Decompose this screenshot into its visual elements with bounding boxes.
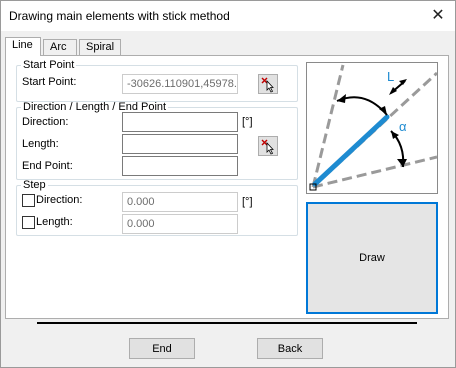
- dialog-window: Drawing main elements with stick method …: [0, 0, 456, 368]
- step-direction-field[interactable]: 0.000: [122, 192, 238, 212]
- close-icon: ✕: [431, 7, 445, 24]
- step-group-label: Step: [23, 179, 46, 191]
- direction-unit: [°]: [242, 116, 253, 128]
- tab-spiral[interactable]: Spiral: [79, 39, 121, 55]
- start-point-field[interactable]: -30626.110901,45978.8: [122, 74, 238, 94]
- divider: [37, 322, 417, 324]
- pick-point-icon: [261, 77, 274, 93]
- step-length-field[interactable]: 0.000: [122, 214, 238, 234]
- step-direction-checkbox[interactable]: [22, 194, 35, 207]
- draw-button[interactable]: Draw: [306, 202, 438, 314]
- end-point-label: End Point:: [22, 160, 73, 172]
- pick-start-point-button[interactable]: [258, 74, 278, 94]
- close-button[interactable]: ✕: [429, 7, 447, 25]
- tab-line[interactable]: Line: [5, 37, 41, 56]
- start-point-label: Start Point:: [22, 76, 77, 88]
- pick-point-icon: [261, 139, 274, 155]
- direction-label: Direction:: [22, 116, 69, 128]
- angle-symbol: α: [399, 119, 407, 134]
- direction-field[interactable]: [122, 112, 238, 132]
- step-length-label: Length:: [36, 216, 73, 228]
- end-point-field[interactable]: [122, 156, 238, 176]
- direction-length-group-label: Direction / Length / End Point: [23, 101, 167, 113]
- step-direction-label: Direction:: [36, 194, 83, 206]
- length-field[interactable]: [122, 134, 238, 154]
- step-length-checkbox[interactable]: [22, 216, 35, 229]
- stick-diagram-graphic: [309, 64, 439, 191]
- start-point-group-label: Start Point: [23, 59, 75, 71]
- length-symbol: L: [387, 69, 395, 84]
- end-button[interactable]: End: [129, 338, 195, 359]
- tab-arc[interactable]: Arc: [43, 39, 77, 55]
- stick-method-diagram: L α: [306, 62, 439, 194]
- step-direction-unit: [°]: [242, 196, 253, 208]
- tab-panel-line: Start Point Start Point: -30626.110901,4…: [5, 55, 449, 319]
- length-label: Length:: [22, 138, 59, 150]
- pick-end-point-button[interactable]: [258, 136, 278, 156]
- title-bar: Drawing main elements with stick method …: [1, 1, 455, 31]
- window-title: Drawing main elements with stick method: [9, 9, 230, 23]
- back-button[interactable]: Back: [257, 338, 323, 359]
